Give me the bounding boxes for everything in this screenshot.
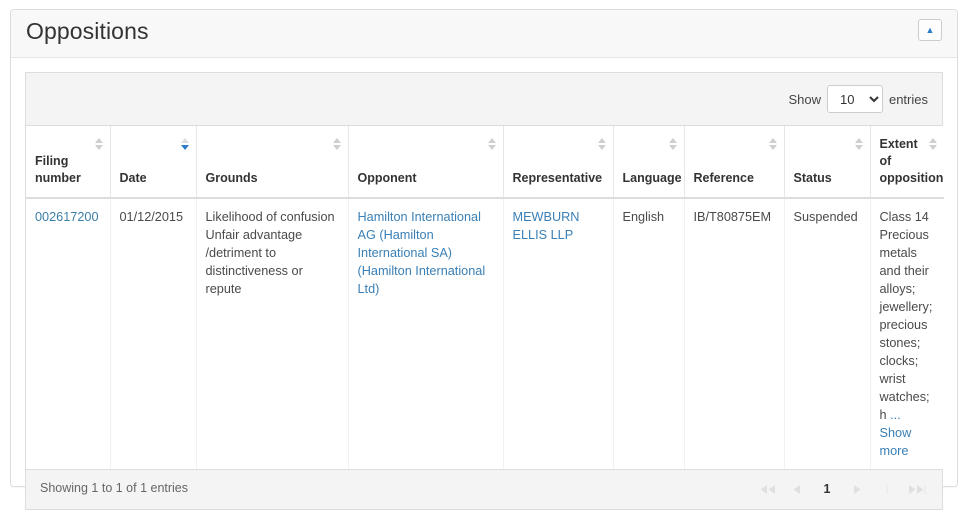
pagination-separator [872,478,902,500]
page-title: Oppositions [26,18,149,45]
column-header-date[interactable]: Date [110,126,196,198]
entries-label: entries [889,92,928,107]
cell-opponent: Hamilton International AG (Hamilton Inte… [348,198,503,469]
column-header-label: Filing number [35,154,81,185]
sort-icon [669,138,678,152]
cell-language: English [613,198,684,469]
column-header-label: Language [623,171,682,185]
sort-icon [488,138,497,152]
column-header-opponent[interactable]: Opponent [348,126,503,198]
column-header-grounds[interactable]: Grounds [196,126,348,198]
sort-icon [769,138,778,152]
entries-info: Showing 1 to 1 of 1 entries [40,481,188,495]
column-header-extent-of-opposition[interactable]: Extent of opposition [870,126,944,198]
sort-icon [333,138,342,152]
filing-number-link[interactable]: 002617200 [35,210,99,224]
datatable-wrapper: Show 10 25 50 100 entries [25,72,943,510]
column-header-language[interactable]: Language [613,126,684,198]
column-header-reference[interactable]: Reference [684,126,784,198]
panel-collapse-button[interactable]: ▲ [918,19,942,41]
show-label: Show [788,92,821,107]
sort-icon [855,138,864,152]
datatable-footer: Showing 1 to 1 of 1 entries 1 [26,469,942,509]
cell-date: 01/12/2015 [110,198,196,469]
chevron-right-icon [852,485,862,494]
opponent-link[interactable]: Hamilton International AG (Hamilton Inte… [358,210,486,296]
column-header-label: Reference [694,171,754,185]
cell-grounds: Likelihood of confusion Unfair advantage… [196,198,348,469]
panel-body: Show 10 25 50 100 entries [11,58,957,524]
double-chevron-left-icon [759,485,776,494]
extent-text: Class 14 Precious metals and their alloy… [880,210,933,422]
divider-icon [884,485,890,494]
cell-extent-of-opposition: Class 14 Precious metals and their alloy… [870,198,944,469]
datatable-toolbar: Show 10 25 50 100 entries [26,73,942,126]
representative-link[interactable]: MEWBURN ELLIS LLP [513,210,580,242]
chevron-left-icon [792,485,802,494]
cell-filing-number: 002617200 [26,198,110,469]
caret-up-icon: ▲ [926,26,935,35]
table-row: 002617200 01/12/2015 Likelihood of confu… [26,198,944,469]
column-header-label: Status [794,171,832,185]
pagination-previous-button[interactable] [782,478,812,500]
column-header-filing-number[interactable]: Filing number [26,126,110,198]
double-chevron-right-icon [908,485,927,494]
pagination-page-1[interactable]: 1 [812,478,842,500]
cell-representative: MEWBURN ELLIS LLP [503,198,613,469]
sort-icon [95,138,104,152]
column-header-label: Grounds [206,171,258,185]
sort-icon-active [181,138,190,152]
pagination-last-button[interactable] [902,478,932,500]
pagination: 1 [752,478,932,500]
page-length-control: Show 10 25 50 100 entries [788,85,928,113]
page-length-select[interactable]: 10 25 50 100 [827,85,883,113]
oppositions-panel: Oppositions ▲ Show 10 25 50 100 entries [10,9,958,487]
cell-status: Suspended [784,198,870,469]
column-header-representative[interactable]: Representative [503,126,613,198]
table-header-row: Filing number Date Grounds Opponent [26,126,944,198]
pagination-next-button[interactable] [842,478,872,500]
sort-icon [598,138,607,152]
panel-heading: Oppositions ▲ [11,10,957,58]
cell-reference: IB/T80875EM [684,198,784,469]
column-header-status[interactable]: Status [784,126,870,198]
oppositions-table: Filing number Date Grounds Opponent [26,126,944,469]
sort-icon [929,138,938,152]
column-header-label: Representative [513,171,603,185]
pagination-first-button[interactable] [752,478,782,500]
column-header-label: Opponent [358,171,417,185]
column-header-label: Date [120,171,147,185]
